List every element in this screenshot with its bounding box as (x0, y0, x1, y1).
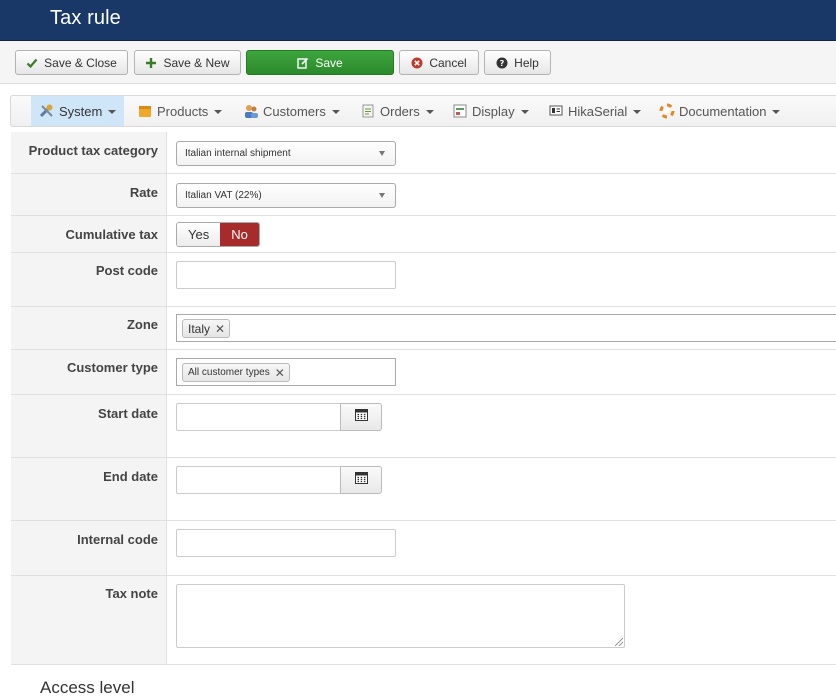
toolbar: Save & Close Save & New Save Cancel ? He… (0, 41, 836, 84)
save-button[interactable]: Save (246, 50, 394, 75)
orders-icon (360, 103, 376, 119)
row-product-tax-category: Product tax category Italian internal sh… (11, 132, 836, 174)
menu-orders[interactable]: Orders (352, 96, 442, 126)
chevron-down-icon (772, 110, 781, 114)
row-post-code: Post code (11, 253, 836, 307)
start-date-label: Start date (11, 395, 167, 457)
calendar-icon (354, 408, 368, 426)
chevron-down-icon (520, 110, 529, 114)
menu-hikaserial-label: HikaSerial (568, 103, 628, 119)
save-new-button[interactable]: Save & New (134, 50, 241, 75)
chevron-down-icon (108, 110, 117, 114)
zone-tag: Italy ✕ (182, 319, 231, 338)
internal-code-label: Internal code (11, 521, 167, 575)
row-customer-type: Customer type All customer types ✕ (11, 350, 836, 395)
menu-products-label: Products (157, 103, 209, 119)
cancel-label: Cancel (429, 55, 467, 70)
save-label: Save (315, 55, 343, 70)
row-internal-code: Internal code (11, 521, 836, 576)
zone-label: Zone (11, 307, 167, 349)
product-tax-category-label: Product tax category (11, 132, 167, 173)
end-date-label: End date (11, 458, 167, 520)
row-zone: Zone Italy ✕ (11, 307, 836, 350)
page-title: Tax rule (50, 7, 121, 29)
customer-type-label: Customer type (11, 350, 167, 394)
rate-value: Italian VAT (22%) (185, 190, 262, 201)
display-icon (452, 103, 468, 119)
check-icon (26, 57, 38, 69)
menu-products[interactable]: Products (129, 96, 230, 126)
internal-code-input[interactable] (176, 529, 396, 557)
help-button[interactable]: ? Help (484, 50, 551, 75)
customer-type-tag-label: All customer types (188, 367, 270, 378)
wrench-icon (39, 103, 55, 119)
row-tax-note: Tax note (11, 576, 836, 665)
menu-system[interactable]: System (31, 96, 125, 126)
edit-icon (297, 57, 309, 69)
cumulative-tax-label: Cumulative tax (11, 216, 167, 252)
close-icon[interactable]: ✕ (275, 367, 285, 379)
cumulative-tax-yes[interactable]: Yes (177, 223, 221, 246)
tax-note-label: Tax note (11, 576, 167, 664)
close-icon[interactable]: ✕ (215, 323, 225, 335)
rate-select[interactable]: Italian VAT (22%) (176, 183, 396, 208)
access-level-heading: Access level (40, 678, 135, 697)
row-cumulative-tax: Cumulative tax Yes No (11, 216, 836, 253)
lifebuoy-icon (659, 103, 675, 119)
menu-documentation[interactable]: Documentation (651, 96, 788, 126)
post-code-input[interactable] (176, 261, 396, 289)
post-code-label: Post code (11, 253, 167, 306)
calendar-icon (354, 471, 368, 489)
cumulative-tax-toggle: Yes No (176, 222, 260, 247)
cumulative-tax-no[interactable]: No (220, 223, 259, 246)
resize-grip-icon[interactable] (615, 638, 623, 646)
users-icon (243, 103, 259, 119)
chevron-down-icon (379, 151, 385, 156)
row-start-date: Start date (11, 395, 836, 458)
chevron-down-icon (379, 193, 385, 198)
chevron-down-icon (633, 110, 642, 114)
chevron-down-icon (331, 110, 340, 114)
menu-display[interactable]: Display (444, 96, 537, 126)
customer-type-tag: All customer types ✕ (182, 363, 290, 382)
save-new-label: Save & New (163, 55, 230, 70)
end-date-input[interactable] (176, 466, 340, 494)
rate-label: Rate (11, 174, 167, 215)
chevron-down-icon (214, 110, 223, 114)
start-date-input[interactable] (176, 403, 340, 431)
menu-hikaserial[interactable]: HikaSerial (540, 96, 649, 126)
zone-tag-label: Italy (188, 321, 211, 336)
product-tax-category-value: Italian internal shipment (185, 148, 291, 159)
menu-documentation-label: Documentation (679, 103, 767, 119)
row-rate: Rate Italian VAT (22%) (11, 174, 836, 216)
menu-customers[interactable]: Customers (235, 96, 348, 126)
product-tax-category-select[interactable]: Italian internal shipment (176, 141, 396, 166)
cancel-icon (411, 57, 423, 69)
main-menu: System Products Customers Orders Display… (10, 95, 836, 127)
customer-type-multiselect[interactable]: All customer types ✕ (176, 358, 396, 386)
tax-note-textarea[interactable] (176, 584, 625, 648)
start-date-calendar-button[interactable] (340, 403, 382, 431)
save-close-button[interactable]: Save & Close (15, 50, 128, 75)
serial-icon (548, 103, 564, 119)
menu-display-label: Display (472, 103, 515, 119)
cancel-button[interactable]: Cancel (399, 50, 479, 75)
zone-multiselect[interactable]: Italy ✕ (176, 314, 836, 342)
chevron-down-icon (425, 110, 434, 114)
row-end-date: End date (11, 458, 836, 521)
menu-customers-label: Customers (263, 103, 326, 119)
menu-orders-label: Orders (380, 103, 420, 119)
box-icon (137, 103, 153, 119)
title-bar: Tax rule (0, 0, 836, 41)
menu-system-label: System (59, 103, 103, 119)
question-icon: ? (496, 57, 508, 69)
end-date-calendar-button[interactable] (340, 466, 382, 494)
svg-text:?: ? (500, 59, 505, 68)
plus-icon (145, 57, 157, 69)
help-label: Help (514, 55, 539, 70)
save-close-label: Save & Close (44, 55, 117, 70)
